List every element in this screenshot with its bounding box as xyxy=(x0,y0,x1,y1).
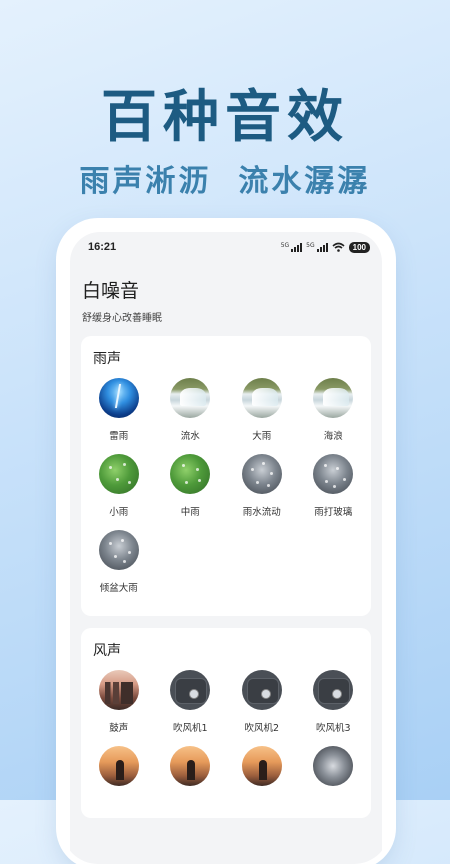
phone-frame: 16:21 5G 5G 100 白噪音 舒缓身心改善睡眠 雨声 雷雨 流水 大雨… xyxy=(62,224,390,864)
sound-item-heavy-rain[interactable]: 大雨 xyxy=(226,378,298,442)
wind-sounds-card: 风声 鼓声 吹风机1 吹风机2 吹风机3 xyxy=(81,628,371,818)
sunset-person-thumbnail xyxy=(170,746,211,786)
section-title: 风声 xyxy=(93,643,121,659)
sound-label: 雨打玻璃 xyxy=(314,507,353,518)
section-title: 雨声 xyxy=(93,351,121,367)
sound-label: 吹风机3 xyxy=(315,723,351,734)
status-bar: 16:21 5G 5G 100 xyxy=(70,232,382,262)
sound-item-rain-on-glass[interactable]: 雨打玻璃 xyxy=(298,454,370,518)
sound-label: 中雨 xyxy=(180,507,200,518)
waterfall-thumbnail xyxy=(241,378,282,418)
sound-label: 海浪 xyxy=(323,431,343,442)
hair-dryer-thumbnail xyxy=(170,670,211,710)
rain-glass-thumbnail xyxy=(313,454,354,494)
sound-label: 流水 xyxy=(180,431,200,442)
sound-label: 鼓声 xyxy=(109,723,129,734)
promo-headline: 百种音效 xyxy=(101,85,349,150)
sound-grid: 雷雨 流水 大雨 海浪 小雨 中雨 雨水流动 雨打玻璃 倾盆大雨 xyxy=(81,378,371,606)
sound-item-hair-dryer-1[interactable]: 吹风机1 xyxy=(155,670,227,734)
sound-label: 雨水流动 xyxy=(242,507,281,518)
city-sunset-thumbnail xyxy=(98,670,139,710)
status-icons: 5G 5G 100 xyxy=(280,241,370,253)
motorcycle-thumbnail xyxy=(313,746,354,786)
sound-item-moderate-rain[interactable]: 中雨 xyxy=(155,454,227,518)
signal-icon: 5G xyxy=(280,242,303,252)
page-title: 白噪音 xyxy=(82,280,140,302)
signal-label: 5G xyxy=(280,242,290,249)
sound-item-sunset-3[interactable] xyxy=(226,746,298,796)
sound-item-motorcycle[interactable] xyxy=(298,746,370,796)
wifi-icon xyxy=(332,242,345,252)
sound-item-hair-dryer-3[interactable]: 吹风机3 xyxy=(298,670,370,734)
rain-glass-thumbnail xyxy=(98,530,139,570)
sound-item-downpour[interactable]: 倾盆大雨 xyxy=(83,530,155,594)
signal-icon-2: 5G xyxy=(306,242,328,252)
sound-label: 吹风机2 xyxy=(244,723,280,734)
waterfall-thumbnail xyxy=(170,378,211,418)
sound-item-ocean-waves[interactable]: 海浪 xyxy=(298,378,370,442)
battery-icon: 100 xyxy=(348,241,370,253)
sound-item-sunset-2[interactable] xyxy=(155,746,227,796)
phone-screen: 16:21 5G 5G 100 白噪音 舒缓身心改善睡眠 雨声 雷雨 流水 大雨… xyxy=(70,232,382,864)
sound-item-light-rain[interactable]: 小雨 xyxy=(83,454,155,518)
sound-grid: 鼓声 吹风机1 吹风机2 吹风机3 xyxy=(81,670,371,808)
sound-item-thunderstorm[interactable]: 雷雨 xyxy=(83,378,155,442)
green-leaf-thumbnail xyxy=(98,454,139,494)
hair-dryer-thumbnail xyxy=(241,670,282,710)
sound-item-flowing-water[interactable]: 流水 xyxy=(155,378,227,442)
sound-label: 小雨 xyxy=(109,507,129,518)
sound-label: 吹风机1 xyxy=(172,723,208,734)
green-leaf-thumbnail xyxy=(170,454,211,494)
sound-label: 雷雨 xyxy=(109,431,129,442)
sunset-person-thumbnail xyxy=(98,746,139,786)
status-time: 16:21 xyxy=(88,241,117,253)
rain-glass-thumbnail xyxy=(241,454,282,494)
sound-item-drum[interactable]: 鼓声 xyxy=(83,670,155,734)
promo-subline: 雨声淅沥 流水潺潺 xyxy=(79,164,371,199)
waterfall-thumbnail xyxy=(313,378,354,418)
hair-dryer-thumbnail xyxy=(313,670,354,710)
sound-label: 大雨 xyxy=(252,431,272,442)
phone-side-button-left xyxy=(56,316,61,358)
sound-item-rain-flowing[interactable]: 雨水流动 xyxy=(226,454,298,518)
thunderstorm-thumbnail xyxy=(98,378,139,418)
signal-label-2: 5G xyxy=(306,242,315,249)
rain-sounds-card: 雨声 雷雨 流水 大雨 海浪 小雨 中雨 雨水流动 雨打玻璃 倾盆大雨 xyxy=(81,336,371,616)
sunset-person-thumbnail xyxy=(241,746,282,786)
page-subtitle: 舒缓身心改善睡眠 xyxy=(82,313,162,324)
sound-item-hair-dryer-2[interactable]: 吹风机2 xyxy=(226,670,298,734)
sound-item-sunset-1[interactable] xyxy=(83,746,155,796)
sound-label: 倾盆大雨 xyxy=(99,583,138,594)
